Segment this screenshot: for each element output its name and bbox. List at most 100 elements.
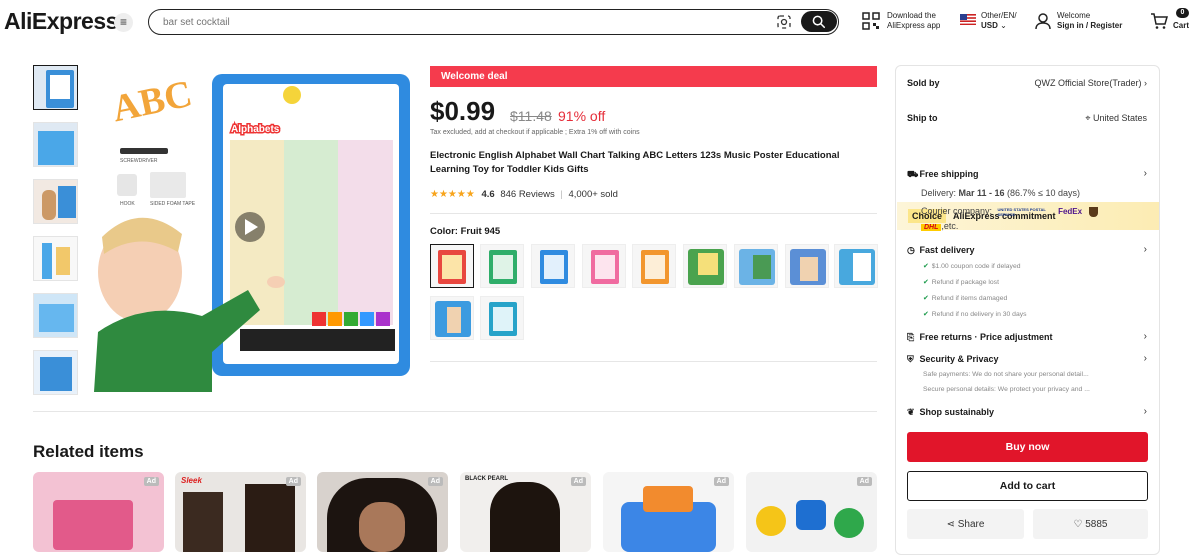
image-search-icon[interactable] [777,15,791,29]
cart-label[interactable]: Cart [1173,21,1189,31]
thumbnail[interactable] [33,65,78,110]
color-swatch[interactable] [632,244,676,288]
color-swatch[interactable] [734,244,778,288]
cart-count-badge: 0 [1176,8,1189,18]
thumbnail[interactable] [33,179,78,224]
delivery-estimate: Delivery: Mar 11 - 16 (86.7% ≤ 10 days) [921,188,1080,198]
share-button[interactable]: ⋖ Share [907,509,1024,539]
search-icon [812,15,826,29]
related-item-card[interactable]: Ad [317,472,448,552]
chevron-right-icon[interactable]: › [1144,353,1147,364]
sold-by-label: Sold by [907,78,940,88]
fedex-logo: FedEx [1058,207,1083,216]
ad-badge: Ad [143,477,159,486]
divider: | [560,189,563,200]
chevron-right-icon[interactable]: › [1144,406,1147,417]
welcome-text: Welcome [1057,11,1091,20]
free-returns-label: Free returns · Price adjustment [919,332,1053,342]
user-icon[interactable] [1034,12,1052,30]
ship-to-selector[interactable]: ⌖ United States [1085,113,1147,124]
locale-currency: USD [981,21,998,30]
original-price: $11.48 [510,108,552,124]
download-line1: Download the [887,11,936,20]
color-label: Color: Fruit 945 [430,226,501,237]
buy-now-button[interactable]: Buy now [907,432,1148,462]
locale-selector[interactable]: Other/EN/USD ⌄ [981,11,1017,31]
color-swatch[interactable] [430,244,474,288]
tax-note: Tax excluded, add at checkout if applica… [430,129,640,136]
reviews-link[interactable]: 846 Reviews [500,189,554,200]
fast-delivery-row[interactable]: ◷ Fast delivery [907,245,975,256]
search-bar [148,9,839,35]
search-input[interactable] [163,13,763,31]
color-swatch[interactable] [480,244,524,288]
color-swatch[interactable] [531,244,575,288]
rating-row: ★★★★★ 4.6 846 Reviews | 4,000+ sold [430,189,618,200]
color-swatch[interactable] [683,244,727,288]
related-item-card[interactable]: Ad [33,472,164,552]
related-item-card[interactable]: Sleek Ad [175,472,306,552]
search-button[interactable] [801,11,837,32]
chevron-right-icon[interactable]: › [1144,244,1147,255]
ship-to-label: Ship to [907,113,938,123]
delivery-suffix: (86.7% ≤ 10 days) [1004,188,1081,198]
menu-icon[interactable]: ≡ [114,13,133,32]
security-label: Security & Privacy [919,354,999,364]
wishlist-button[interactable]: ♡ 5885 [1033,509,1148,539]
chevron-right-icon[interactable]: › [1144,331,1147,342]
security-row[interactable]: ⛨ Security & Privacy [907,354,999,365]
fast-delivery-item: ✔ Refund if items damaged [923,294,1007,302]
related-items-heading: Related items [33,442,144,461]
color-swatch[interactable] [582,244,626,288]
ad-badge: Ad [856,477,872,486]
color-swatch[interactable] [834,244,878,288]
share-icon: ⋖ [946,518,955,530]
fast-delivery-item: ✔ $1.00 coupon code if delayed [923,262,1021,270]
download-app-link[interactable]: Download the AliExpress app [887,11,940,31]
color-swatch[interactable] [480,296,524,340]
color-swatch[interactable] [785,244,829,288]
thumbnail[interactable] [33,293,78,338]
check-icon: ✔ [923,311,929,318]
thumbnail[interactable] [33,350,78,395]
fast-delivery-item-text: Refund if items damaged [931,295,1008,302]
free-shipping-row[interactable]: ⛟ Free shipping [907,169,979,181]
check-icon: ✔ [923,263,929,270]
speaker-icon [283,86,301,104]
aliexpress-logo[interactable]: AliExpress [4,8,118,35]
color-swatch[interactable] [430,296,474,340]
related-item-card[interactable]: Ad [603,472,734,552]
truck-icon: ⛟ [907,169,919,179]
return-icon: ⎘ [907,332,915,342]
chevron-right-icon: › [1144,78,1147,88]
free-returns-row[interactable]: ⎘ Free returns · Price adjustment [907,332,1053,343]
header: AliExpress ≡ Download theAliExpress app … [0,0,1200,44]
thumbnail[interactable] [33,122,78,167]
purchase-panel: Sold by QWZ Official Store(Trader) › Shi… [895,65,1160,555]
check-icon: ✔ [923,295,929,302]
thumbnail[interactable] [33,236,78,281]
sustainable-row[interactable]: ❦ Shop sustainably [907,407,994,418]
courier-row-2: DHL ,etc. [921,221,958,231]
qr-code-icon[interactable] [862,12,880,30]
add-to-cart-button[interactable]: Add to cart [907,471,1148,501]
tape-label: SIDED FOAM TAPE [150,201,196,207]
account-link[interactable]: Welcome Sign in / Register [1057,11,1122,31]
store-name: QWZ Official Store(Trader) [1034,78,1142,88]
divider [33,411,877,412]
cart-icon[interactable] [1150,12,1168,30]
sustainable-label: Shop sustainably [919,407,995,417]
related-item-card[interactable]: BLACK PEARL Ad [460,472,591,552]
chevron-right-icon[interactable]: › [1144,168,1147,179]
chevron-down-icon: ⌄ [1000,21,1007,30]
divider [430,213,877,214]
free-shipping-label: Free shipping [919,169,979,179]
locale-line1: Other/EN/ [981,11,1017,20]
related-item-card[interactable]: Ad [746,472,877,552]
shield-icon: ⛨ [907,354,914,364]
store-link[interactable]: QWZ Official Store(Trader) › [1034,78,1147,88]
product-main-image[interactable]: ABC 123 Alphabets SCREWDRIVER HOOK SIDED… [90,62,420,392]
check-icon: ✔ [923,279,929,286]
discount-percent: 91% off [558,108,606,124]
fast-delivery-label: Fast delivery [919,245,975,255]
